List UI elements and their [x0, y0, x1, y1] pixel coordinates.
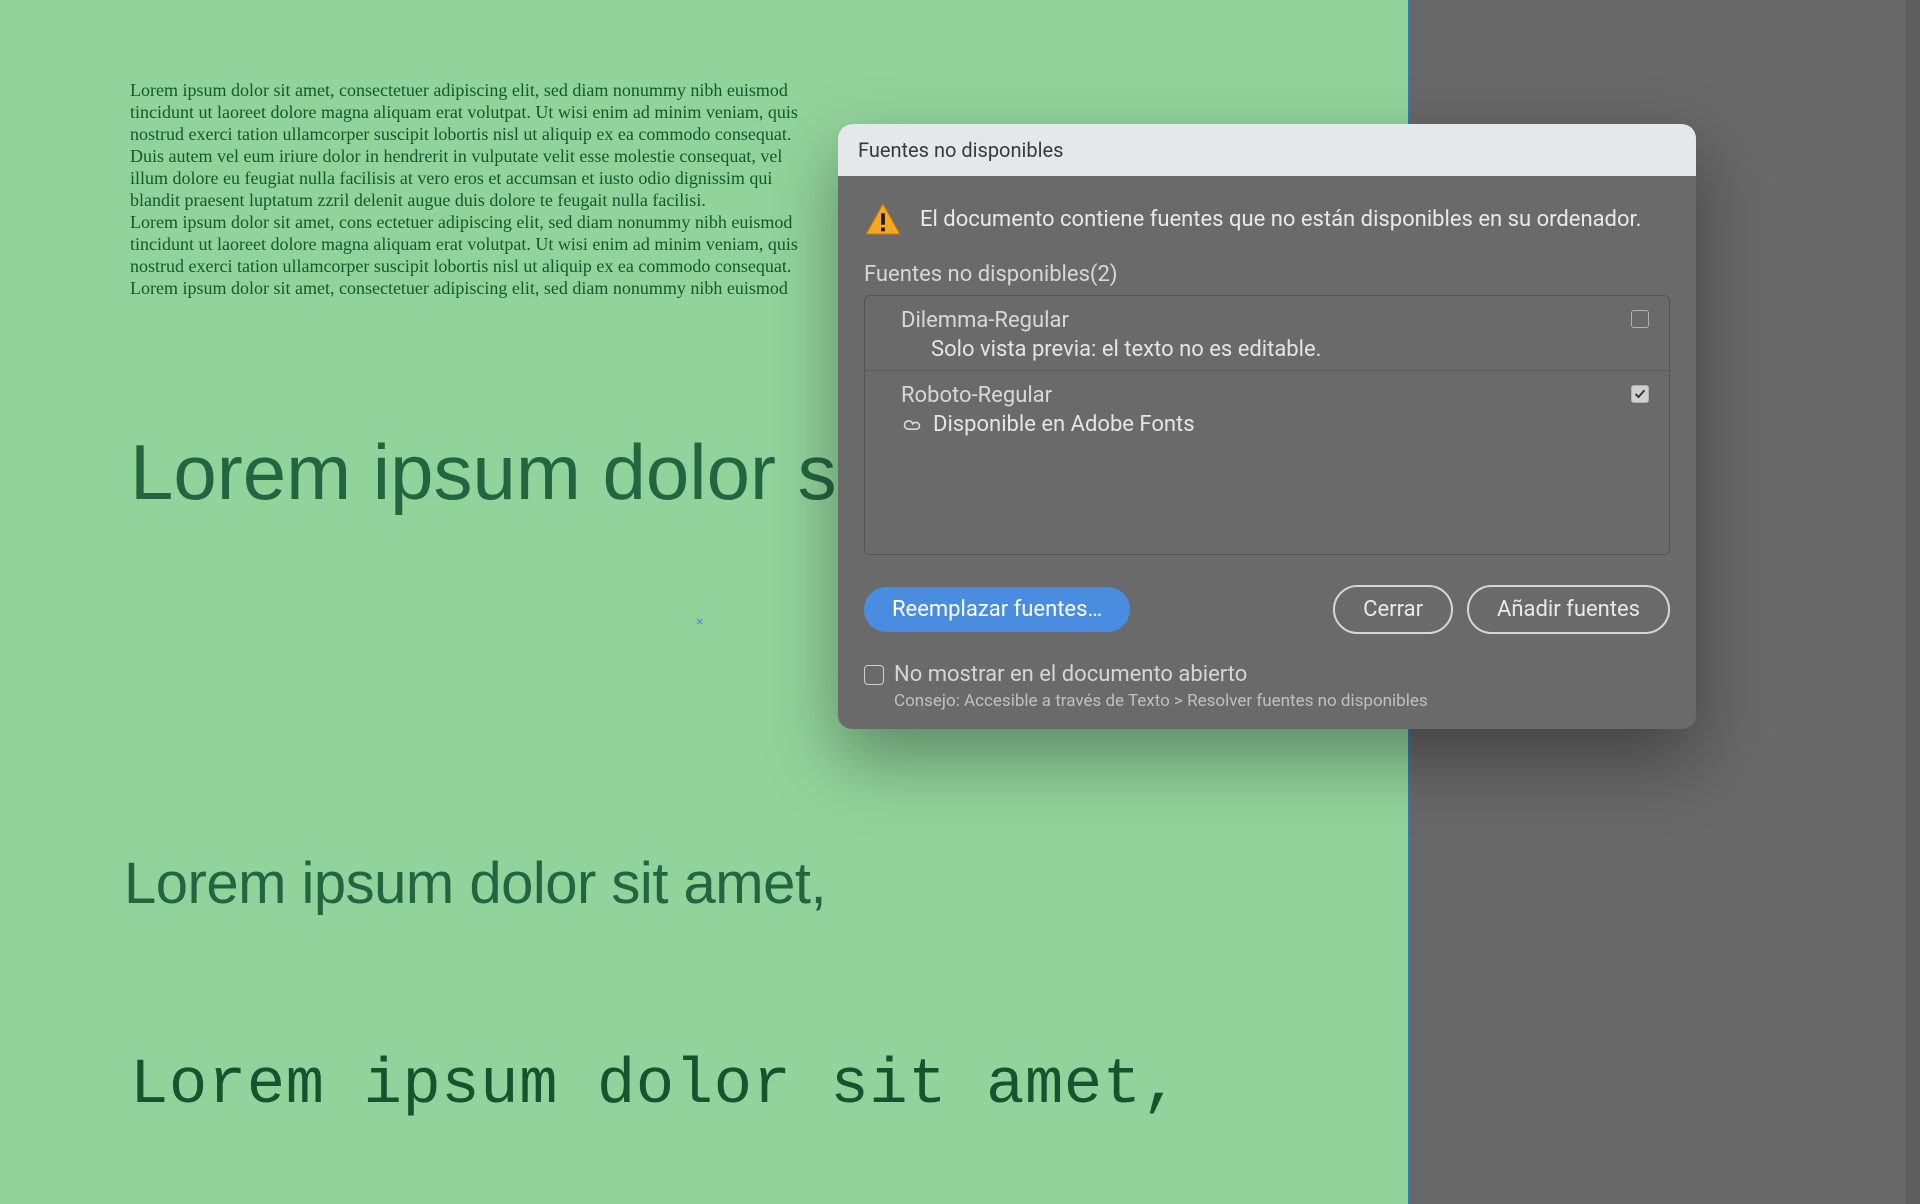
font-status: Solo vista previa: el texto no es editab… — [931, 337, 1631, 362]
font-checkbox[interactable] — [1631, 310, 1649, 328]
add-fonts-button[interactable]: Añadir fuentes — [1467, 585, 1670, 634]
missing-fonts-list: Dilemma-Regular Solo vista previa: el te… — [864, 295, 1670, 555]
headline-display: Lorem ipsum dolor sit amet, — [130, 1050, 1180, 1122]
warning-icon — [864, 202, 902, 236]
vertical-scrollbar[interactable] — [1906, 0, 1920, 1204]
font-checkbox[interactable] — [1631, 385, 1649, 403]
font-list-label: Fuentes no disponibles(2) — [864, 262, 1670, 287]
creative-cloud-icon — [901, 414, 923, 436]
dialog-title: Fuentes no disponibles — [838, 124, 1696, 176]
dont-show-checkbox[interactable] — [864, 665, 884, 685]
missing-glyph-marker: × — [696, 614, 703, 630]
replace-fonts-button[interactable]: Reemplazar fuentes… — [864, 587, 1130, 632]
font-status: Disponible en Adobe Fonts — [933, 412, 1195, 437]
warning-message: El documento contiene fuentes que no est… — [920, 207, 1641, 232]
missing-fonts-dialog: Fuentes no disponibles El documento cont… — [838, 124, 1696, 729]
font-list-row[interactable]: Dilemma-Regular Solo vista previa: el te… — [865, 296, 1669, 371]
font-name: Roboto-Regular — [901, 383, 1631, 408]
font-list-row[interactable]: Roboto-Regular Disponible en Adobe Fonts — [865, 371, 1669, 445]
font-name: Dilemma-Regular — [901, 308, 1631, 333]
headline-light: Lorem ipsum dolor sit amet, — [124, 850, 826, 917]
close-button[interactable]: Cerrar — [1333, 585, 1453, 634]
tip-text: Consejo: Accesible a través de Texto > R… — [894, 691, 1670, 711]
dont-show-label: No mostrar en el documento abierto — [894, 662, 1247, 687]
body-paragraph: Lorem ipsum dolor sit amet, consectetuer… — [130, 80, 800, 300]
